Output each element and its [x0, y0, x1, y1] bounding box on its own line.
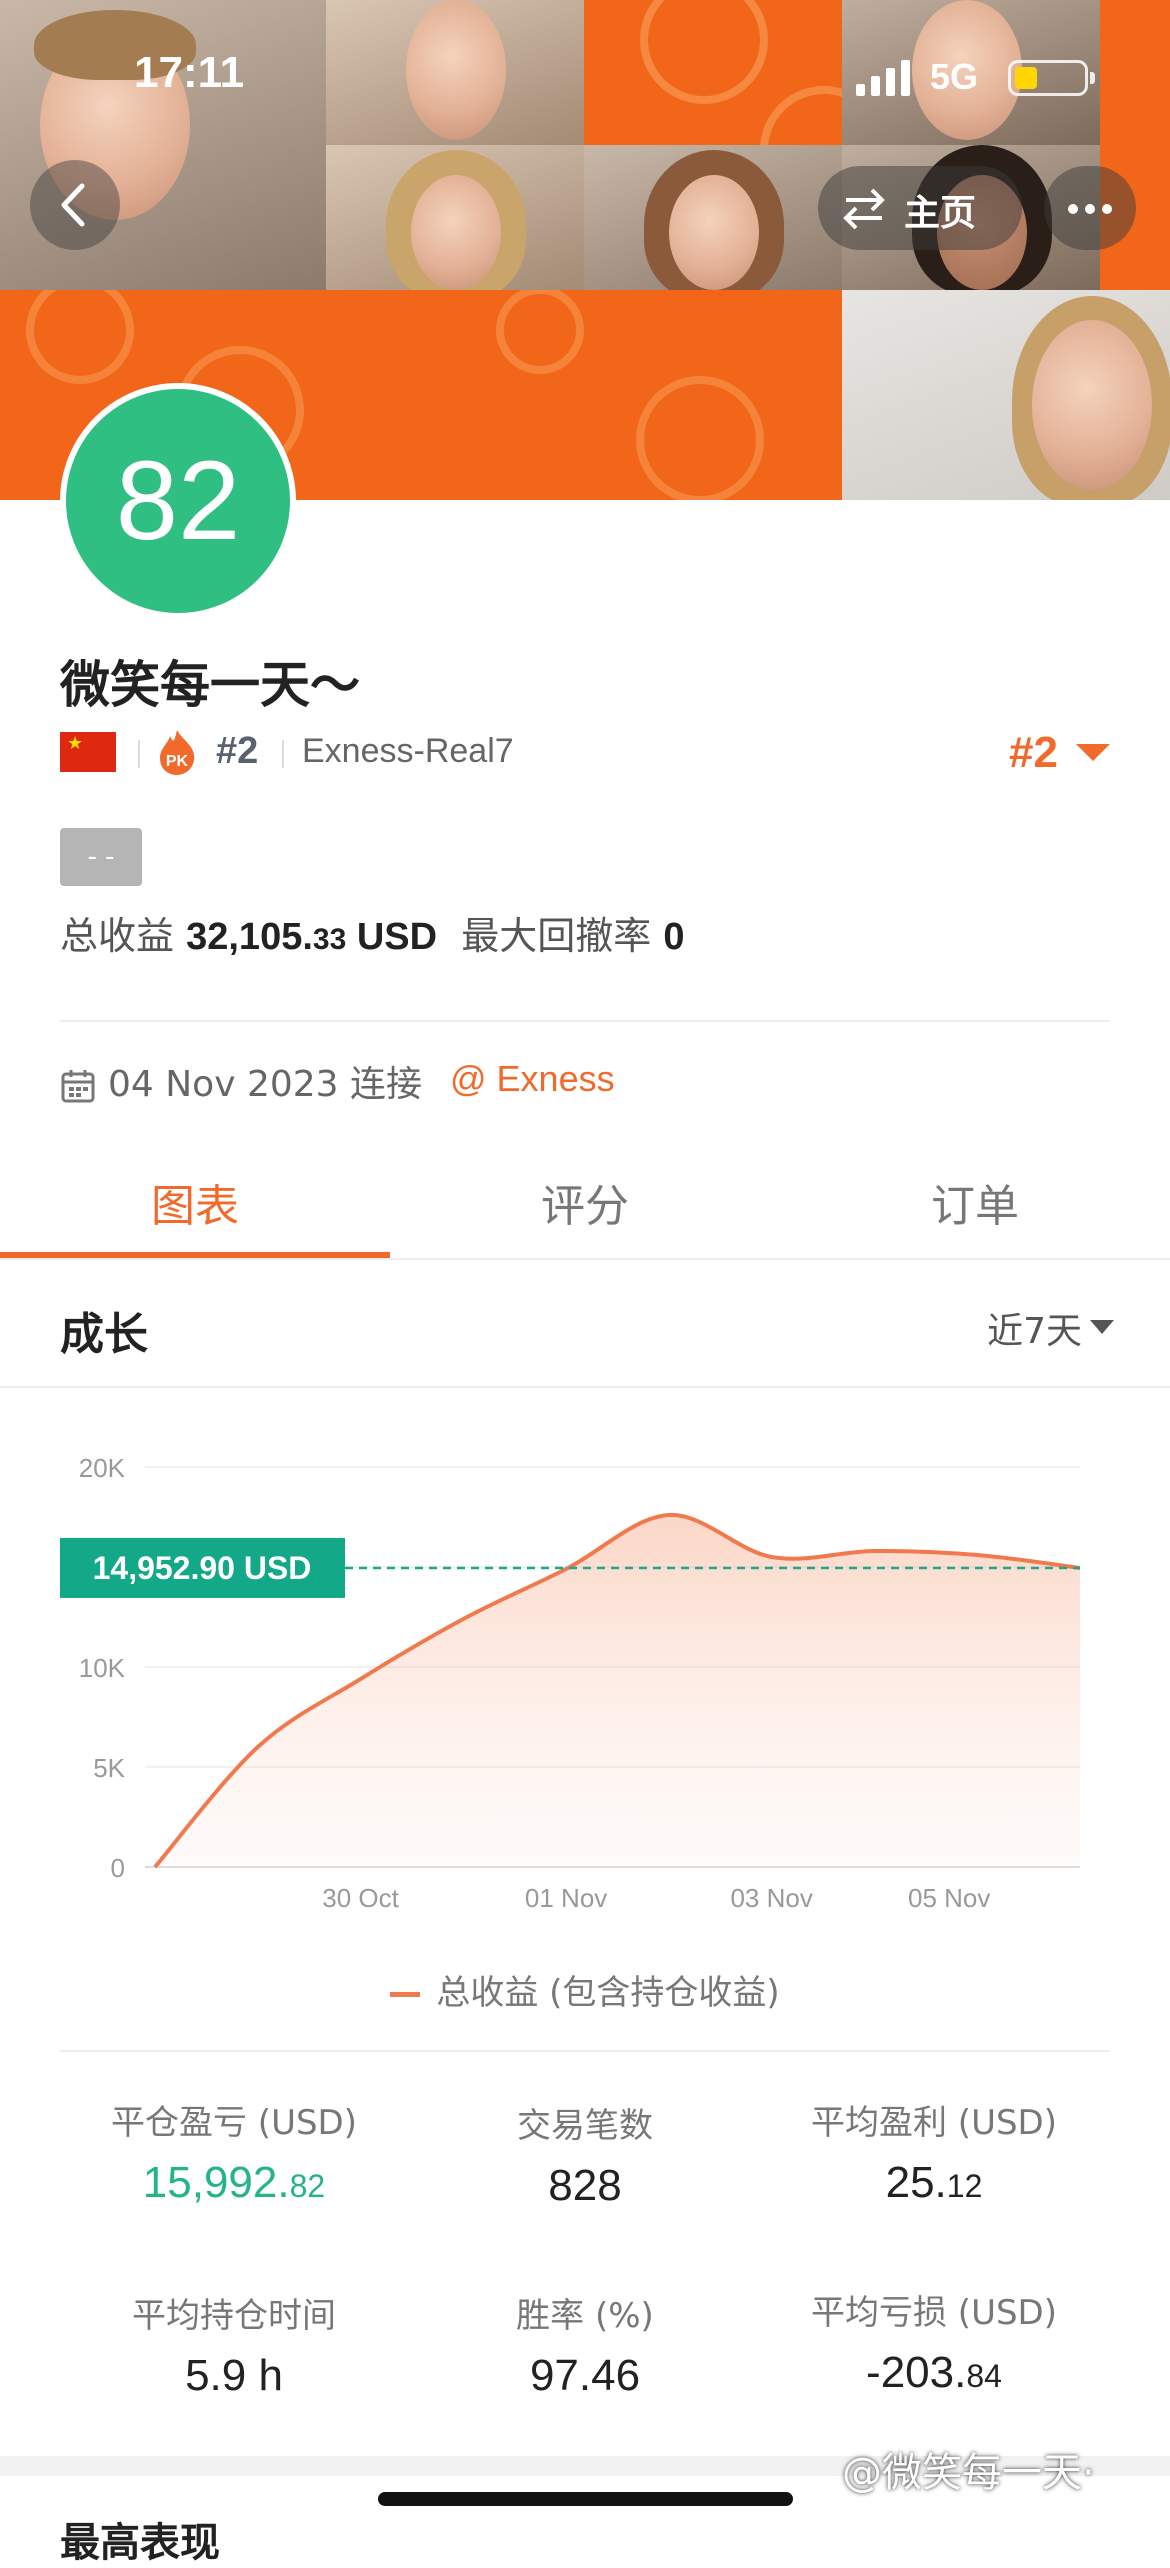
total-profit-label: 总收益 — [60, 914, 175, 958]
home-label: 主页 — [904, 193, 977, 234]
x-axis-ticks: 30 Oct 01 Nov 03 Nov 05 Nov — [322, 1883, 990, 1913]
divider — [60, 2050, 1110, 2052]
connect-date-row: 04 Nov 2023 连接 — [60, 1055, 422, 1107]
stat-value-dec: 12 — [946, 2168, 983, 2204]
tab-score[interactable]: 评分 — [390, 1170, 780, 1234]
stat-trade-count: 交易笔数 828 — [405, 2098, 765, 2211]
chart-legend: 总收益 (包含持仓收益) — [0, 1965, 1170, 2014]
x-tick-label: 01 Nov — [525, 1883, 607, 1913]
legend-swatch — [390, 1992, 421, 1997]
max-drawdown-value: 0 — [663, 916, 685, 958]
home-button[interactable]: 主页 — [818, 166, 1022, 250]
stat-label: 平均亏损 (USD) — [811, 2293, 1057, 2333]
caret-down-icon — [1076, 744, 1110, 761]
broker-link[interactable]: @ Exness — [450, 1058, 615, 1100]
china-flag-icon: ★ — [60, 732, 116, 772]
x-tick-label: 03 Nov — [730, 1883, 812, 1913]
back-button[interactable] — [30, 160, 120, 250]
trader-meta-row: ★ PK #2 Exness-Real7 #2 — [60, 728, 1110, 778]
growth-chart: 20K 10K 5K 0 30 Oct 01 Nov 03 Nov 05 Nov 14,95… — [60, 1453, 1081, 1913]
strategy-tag: - - — [60, 828, 142, 886]
tab-chart[interactable]: 图表 — [0, 1170, 390, 1234]
trader-photo — [842, 290, 1170, 500]
rank-small: #2 — [216, 730, 259, 772]
calendar-icon — [61, 1070, 95, 1103]
separator — [282, 740, 284, 768]
stat-value: -203.84 — [754, 2348, 1114, 2398]
home-indicator[interactable] — [378, 2492, 793, 2506]
stat-avg-holding-time: 平均持仓时间 5.9 h — [54, 2288, 414, 2401]
max-drawdown-label: 最大回撤率 — [461, 914, 652, 958]
tab-bar: 图表 评分 订单 — [0, 1150, 1170, 1260]
stat-value: 828 — [405, 2161, 765, 2211]
stat-avg-loss: 平均亏损 (USD) -203.84 — [754, 2285, 1114, 2398]
stat-win-rate: 胜率 (%) 97.46 — [405, 2288, 765, 2401]
network-type: 5G — [930, 56, 979, 97]
period-selector[interactable]: 近7天 — [987, 1302, 1082, 1354]
x-tick-label: 30 Oct — [322, 1883, 399, 1913]
account-name: Exness-Real7 — [302, 732, 514, 770]
stat-value-int: -203. — [866, 2348, 967, 2397]
stat-value-dec: 82 — [289, 2168, 326, 2204]
trader-photo — [326, 145, 584, 290]
stat-label: 平均持仓时间 — [132, 2296, 336, 2336]
status-bar: 17:11 5G — [0, 0, 1170, 140]
total-profit-decimals: 33 — [312, 923, 347, 956]
stat-closed-pnl: 平仓盈亏 (USD) 15,992.82 — [54, 2095, 414, 2208]
next-section-title: 最高表现 — [60, 2520, 220, 2566]
connect-date: 04 Nov 2023 连接 — [108, 1064, 423, 1105]
total-profit-unit: USD — [356, 916, 438, 958]
stat-value: 5.9 h — [54, 2351, 414, 2401]
swap-icon — [843, 188, 885, 230]
stat-label: 交易笔数 — [517, 2106, 653, 2146]
status-time: 17:11 — [134, 48, 245, 97]
growth-header: 成长 近7天 — [0, 1262, 1170, 1388]
more-dot — [1102, 204, 1112, 214]
tab-orders[interactable]: 订单 — [780, 1170, 1170, 1234]
svg-text:PK: PK — [166, 753, 189, 770]
stat-value: 15,992.82 — [54, 2158, 414, 2208]
stat-value-int: 25. — [885, 2158, 947, 2207]
pk-fire-icon: PK — [160, 730, 195, 775]
growth-title: 成长 — [60, 1309, 148, 1360]
score-badge: 82 — [60, 383, 296, 619]
divider — [60, 1020, 1110, 1022]
more-dot — [1068, 204, 1078, 214]
stat-value-int: 15,992. — [142, 2158, 290, 2207]
rank-big: #2 — [1009, 728, 1058, 777]
current-value-tag: 14,952.90 USD — [60, 1537, 345, 1598]
stat-value: 97.46 — [405, 2351, 765, 2401]
stat-value: 25.12 — [754, 2158, 1114, 2208]
y-axis-ticks: 20K 10K 5K 0 — [79, 1453, 126, 1883]
stat-label: 平均盈利 (USD) — [811, 2103, 1057, 2143]
chevron-left-icon — [61, 183, 85, 227]
signal-icon — [856, 60, 910, 96]
profit-summary: 总收益 32,105.33 USD 最大回撤率 0 — [60, 905, 685, 960]
trader-name: 微笑每一天～ — [60, 656, 360, 714]
y-tick-label: 10K — [79, 1653, 126, 1683]
battery-icon — [1008, 60, 1095, 96]
trader-photo — [584, 145, 842, 290]
separator — [138, 740, 140, 768]
current-value-label: 14,952.90 USD — [93, 1550, 312, 1586]
stat-value-int: 828 — [548, 2161, 622, 2210]
stat-label: 胜率 (%) — [516, 2296, 654, 2336]
stat-label: 平仓盈亏 (USD) — [111, 2103, 357, 2143]
stat-avg-profit: 平均盈利 (USD) 25.12 — [754, 2095, 1114, 2208]
stat-value-int: 97.46 — [529, 2351, 641, 2400]
total-profit-value: 32,105. — [186, 916, 313, 958]
divider — [0, 1258, 1170, 1260]
more-dot — [1085, 204, 1095, 214]
rank-dropdown[interactable]: #2 — [980, 728, 1110, 778]
y-tick-label: 5K — [93, 1753, 125, 1783]
stat-value-dec: 84 — [966, 2358, 1002, 2394]
watermark: @微笑每一天· — [842, 2450, 1095, 2496]
y-tick-label: 0 — [111, 1853, 125, 1883]
more-button[interactable] — [1044, 166, 1136, 250]
caret-down-icon — [1090, 1320, 1114, 1334]
stat-value-int: 5.9 h — [185, 2351, 283, 2400]
x-tick-label: 05 Nov — [908, 1883, 990, 1913]
legend-label: 总收益 (包含持仓收益) — [436, 1973, 780, 2013]
y-tick-label: 20K — [79, 1453, 126, 1483]
